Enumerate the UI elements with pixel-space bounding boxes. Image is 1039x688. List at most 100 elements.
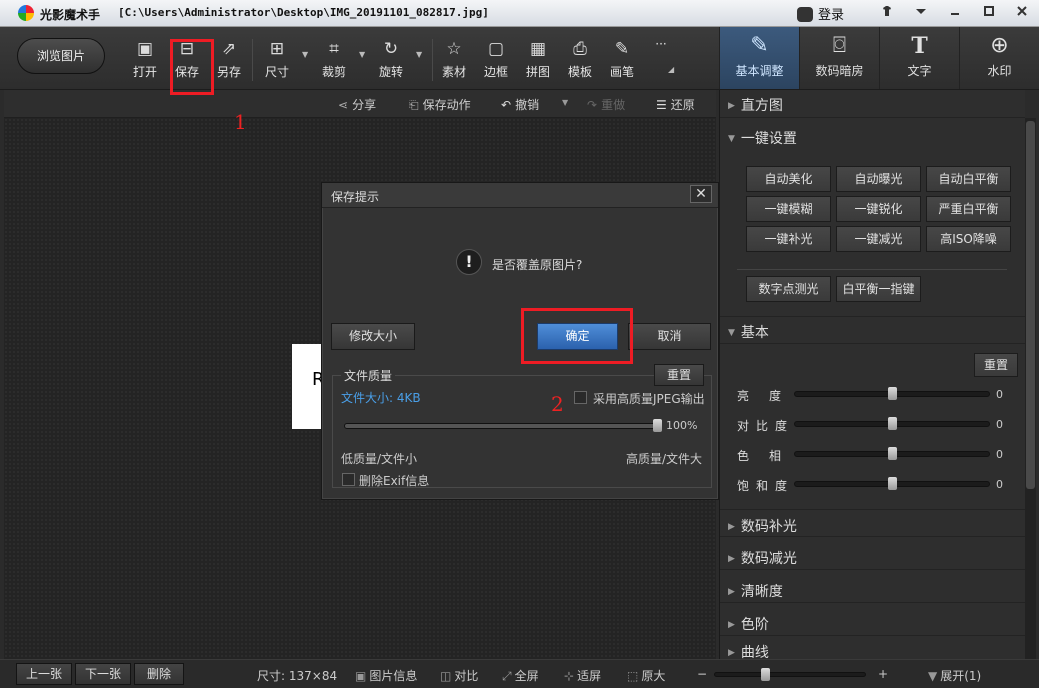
brush-label: 画笔 [609,65,634,79]
file-path: [C:\Users\Administrator\Desktop\IMG_2019… [118,6,489,19]
fit-screen-button[interactable]: ⊹ 适屏 [564,667,601,684]
zoom-out-button[interactable]: − [697,667,707,681]
adjust-slider[interactable] [794,417,990,430]
section-oneclick[interactable]: ▼ 一键设置 [720,123,1025,151]
section-curves[interactable]: ▶ 曲线 [720,641,1025,659]
compare-button[interactable]: ◫ 对比 [440,667,478,684]
undo-dropdown-icon[interactable]: ▼ [562,98,568,107]
section-levels[interactable]: ▶ 色阶 [720,608,1025,636]
tab-watermark[interactable]: ⊕ 水印 [959,27,1039,89]
expand-button[interactable]: ▼ 展开(1) [928,667,981,684]
white-balance-picker-button[interactable]: 白平衡一指键 [836,276,921,302]
oneclick-button[interactable]: 严重白平衡 [926,196,1011,222]
adjust-slider[interactable] [794,477,990,490]
save-as-button[interactable]: ⇗ 另存 [213,39,245,80]
spot-metering-button[interactable]: 数字点测光 [746,276,831,302]
section-clarity[interactable]: ▶ 清晰度 [720,575,1025,603]
zoom-slider-thumb[interactable] [760,668,770,681]
restore-button[interactable]: ☰ 还原 [656,96,695,113]
oneclick-button[interactable]: 一键模糊 [746,196,831,222]
section-digital-fill[interactable]: ▶ 数码补光 [720,509,1025,537]
highlight-confirm-button [521,308,633,364]
skin-button[interactable] [873,3,901,23]
oneclick-button[interactable]: 一键锐化 [836,196,921,222]
browse-images-button[interactable]: 浏览图片 [17,38,105,74]
remove-exif-checkbox[interactable] [342,473,355,486]
delete-image-button[interactable]: 删除 [134,663,184,685]
border-button[interactable]: ▢ 边框 [480,39,512,80]
crop-dropdown-icon[interactable]: ▼ [359,50,365,59]
crop-label: 裁剪 [321,65,346,79]
share-button[interactable]: ⋖ 分享 [338,96,376,113]
crop-button[interactable]: ⌗ 裁剪 [318,39,350,80]
oneclick-button[interactable]: 一键补光 [746,226,831,252]
app-name: 光影魔术手 [40,8,101,22]
cancel-button[interactable]: 取消 [628,323,711,350]
grid-icon: ▦ [529,39,547,59]
zoom-slider[interactable] [714,668,866,681]
resize-button[interactable]: 修改大小 [331,323,415,350]
section-digital-reduce[interactable]: ▶ 数码减光 [720,542,1025,570]
prev-image-button[interactable]: 上一张 [16,663,72,685]
oneclick-button[interactable]: 自动美化 [746,166,831,192]
quality-reset-button[interactable]: 重置 [654,364,704,386]
adjust-panel: ▶ 直方图 ▼ 一键设置 自动美化 自动曝光 自动白平衡一键模糊 一键锐化 严重白平衡一键补… [719,90,1025,659]
oneclick-button[interactable]: 自动白平衡 [926,166,1011,192]
more-button[interactable]: ··· [645,37,677,51]
fullscreen-button[interactable]: ⤢ 全屏 [502,667,539,684]
more-expand-icon[interactable]: ◢ [668,65,674,74]
image-info-button[interactable]: ▣ 图片信息 [355,667,417,684]
tab-basic-adjust[interactable]: ✎ 基本调整 [719,27,799,89]
divider [432,39,433,81]
login-button[interactable]: 登录 [797,4,844,23]
quality-slider[interactable] [344,419,662,432]
rotate-button[interactable]: ↻ 旋转 [375,39,407,80]
step-2-annotation: 2 [551,392,564,416]
basic-reset-button[interactable]: 重置 [974,353,1018,377]
section-basic[interactable]: ▼ 基本 [720,316,1025,344]
maximize-button[interactable] [975,3,1003,23]
remove-exif-label: 删除Exif信息 [359,474,430,488]
template-button[interactable]: ⎙ 模板 [564,39,596,80]
adjust-slider-thumb[interactable] [888,447,897,460]
hq-jpeg-checkbox[interactable] [574,391,587,404]
adjust-slider-thumb[interactable] [888,387,897,400]
save-action-label: 保存动作 [422,98,471,112]
app-logo-icon [18,5,34,21]
next-image-button[interactable]: 下一张 [75,663,131,685]
redo-button[interactable]: ↷ 重做 [587,96,625,113]
slider-label: 色相 [737,449,802,463]
panel-scrollbar-thumb[interactable] [1026,121,1035,489]
size-dropdown-icon[interactable]: ▼ [302,50,308,59]
menu-button[interactable] [907,3,935,23]
oneclick-button[interactable]: 高ISO降噪 [926,226,1011,252]
tab-text[interactable]: T 文字 [879,27,959,89]
tab-darkroom[interactable]: ⌼ 数码暗房 [799,27,879,89]
oneclick-button[interactable]: 一键减光 [836,226,921,252]
chevron-right-icon: ▶ [728,587,735,597]
quality-slider-thumb[interactable] [653,419,662,432]
original-size-button[interactable]: ⬚ 原大 [627,667,665,684]
adjust-slider-thumb[interactable] [888,477,897,490]
dialog-close-button[interactable]: ✕ [690,185,712,203]
adjust-slider-thumb[interactable] [888,417,897,430]
oneclick-button[interactable]: 自动曝光 [836,166,921,192]
panel-scrollbar[interactable] [1025,118,1036,659]
minimize-button[interactable] [941,3,969,23]
material-button[interactable]: ☆ 素材 [438,39,470,80]
undo-button[interactable]: ↶ 撤销 [501,96,539,113]
save-action-button[interactable]: ⎗ 保存动作 [409,96,471,113]
brush-button[interactable]: ✎ 画笔 [606,39,638,80]
slider-value: 0 [996,478,1003,491]
restore-label: 还原 [670,98,695,112]
size-button[interactable]: ⊞ 尺寸 [261,39,293,80]
zoom-in-button[interactable]: + [878,667,888,681]
adjust-slider[interactable] [794,387,990,400]
open-button[interactable]: ▣ 打开 [129,39,161,80]
close-window-button[interactable] [1008,3,1036,23]
divider [252,39,253,81]
rotate-dropdown-icon[interactable]: ▼ [416,50,422,59]
section-histogram[interactable]: ▶ 直方图 [720,90,1025,118]
collage-button[interactable]: ▦ 拼图 [522,39,554,80]
adjust-slider[interactable] [794,447,990,460]
